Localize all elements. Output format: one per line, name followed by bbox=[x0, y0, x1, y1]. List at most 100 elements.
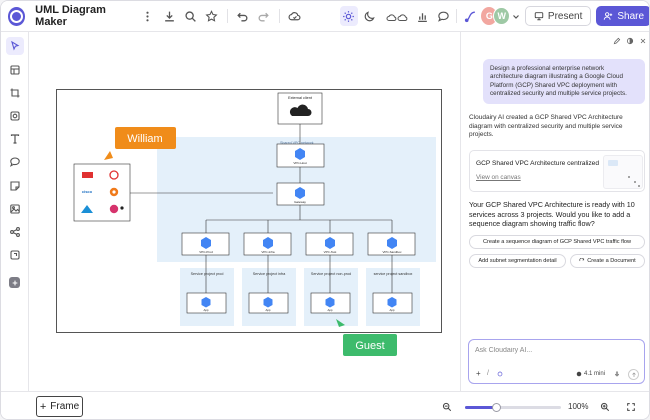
present-label: Present bbox=[547, 10, 583, 22]
zoom-slider-track[interactable] bbox=[465, 403, 561, 412]
diagram-result-card[interactable]: GCP Shared VPC Architecture centralized … bbox=[469, 150, 645, 192]
diagram-templates-icon[interactable] bbox=[385, 6, 410, 26]
text-tool-icon[interactable] bbox=[6, 130, 24, 148]
more-vertical-icon[interactable] bbox=[138, 6, 156, 26]
add-more-icon[interactable] bbox=[9, 277, 20, 288]
subnet-node[interactable]: VPC-Test bbox=[305, 232, 354, 256]
plus-icon: + bbox=[39, 400, 47, 413]
diagram-canvas[interactable]: Shared VPC network Service project prod … bbox=[30, 32, 459, 391]
search-icon[interactable] bbox=[182, 6, 200, 26]
download-icon[interactable] bbox=[161, 6, 179, 26]
service-node[interactable]: App bbox=[372, 292, 413, 314]
document-title[interactable]: UML Diagram Maker bbox=[35, 4, 130, 28]
service-project-label: Service project infra bbox=[253, 272, 287, 276]
cisco-logo-icon: cisco bbox=[82, 189, 93, 194]
connector-tool-icon[interactable] bbox=[461, 6, 479, 26]
divider bbox=[456, 9, 458, 23]
mention-icon[interactable] bbox=[497, 371, 503, 377]
zoom-slider-thumb[interactable] bbox=[492, 403, 502, 412]
cursor-william-label: William bbox=[127, 133, 162, 145]
user-message: Design a professional enterprise network… bbox=[483, 59, 645, 105]
vpc-host-node[interactable]: VPC-Host bbox=[276, 143, 325, 168]
bottom-bar: + Frame 100% bbox=[1, 391, 649, 419]
frame-label: Frame bbox=[50, 401, 80, 412]
suggestion-subnet-detail[interactable]: Add subnet segmentation detail bbox=[469, 254, 566, 268]
sticky-note-icon[interactable] bbox=[6, 177, 24, 195]
zoom-level: 100% bbox=[568, 402, 589, 411]
zoom-in-icon[interactable] bbox=[600, 402, 610, 412]
shapes-icon[interactable] bbox=[6, 107, 24, 125]
service-project-label: Service project non-prod bbox=[311, 272, 351, 276]
mic-icon[interactable] bbox=[614, 371, 620, 377]
connections-icon[interactable] bbox=[6, 223, 24, 241]
fit-screen-icon[interactable] bbox=[626, 402, 636, 412]
service-project-label: service project sandbox bbox=[374, 272, 413, 276]
cloud-sync-icon[interactable] bbox=[286, 6, 304, 26]
subnet-node[interactable]: VPC-Prod bbox=[181, 232, 230, 256]
gateway-node[interactable]: Gateway bbox=[276, 182, 325, 206]
crop-frame-icon[interactable] bbox=[6, 84, 24, 102]
redo-icon[interactable] bbox=[255, 6, 273, 26]
contrast-icon[interactable] bbox=[626, 37, 634, 45]
subnet-label: VPC-Prod bbox=[199, 250, 213, 254]
card-title: GCP Shared VPC Architecture centralized bbox=[476, 160, 600, 167]
send-button[interactable] bbox=[628, 369, 639, 380]
gateway-label: Gateway bbox=[294, 200, 306, 204]
comment-icon[interactable] bbox=[434, 6, 452, 26]
light-mode-sun-icon[interactable] bbox=[339, 6, 358, 26]
dark-mode-moon-icon[interactable] bbox=[361, 6, 379, 26]
subnet-node[interactable]: VPC-Infra bbox=[243, 232, 292, 256]
chat-composer[interactable]: + / 4.1 mini bbox=[468, 339, 645, 384]
select-cursor-icon[interactable] bbox=[6, 37, 24, 55]
view-on-canvas-link[interactable]: View on canvas bbox=[476, 174, 521, 181]
diagram-thumbnail bbox=[603, 155, 643, 189]
zoom-out-icon[interactable] bbox=[442, 402, 452, 412]
frame-layout-icon[interactable] bbox=[6, 61, 24, 79]
service-node[interactable]: App bbox=[248, 292, 289, 314]
vpc-host-label: VPC-Host bbox=[293, 161, 307, 165]
chat-input[interactable] bbox=[475, 347, 635, 354]
embed-icon[interactable] bbox=[6, 246, 24, 264]
service-label: App bbox=[390, 308, 395, 312]
status-dot bbox=[120, 206, 124, 210]
share-button[interactable]: Share bbox=[596, 6, 649, 26]
suggestion-create-document-label: Create a Document bbox=[587, 258, 636, 264]
model-selector[interactable]: 4.1 mini bbox=[584, 371, 605, 377]
app-window: UML Diagram Maker G W Present Share Shar… bbox=[0, 0, 650, 420]
external-client-label: External client bbox=[288, 96, 313, 100]
share-label: Share bbox=[617, 10, 645, 22]
chevron-down-icon[interactable] bbox=[510, 6, 522, 26]
present-button[interactable]: Present bbox=[524, 6, 592, 26]
star-icon[interactable] bbox=[203, 6, 221, 26]
service-node[interactable]: App bbox=[310, 292, 351, 314]
external-client-node[interactable]: External client bbox=[277, 92, 323, 125]
undo-icon[interactable] bbox=[234, 6, 252, 26]
comment-tool-icon[interactable] bbox=[6, 153, 24, 171]
suggestion-sequence-diagram[interactable]: Create a sequence diagram of GCP Shared … bbox=[469, 235, 645, 249]
edit-icon[interactable] bbox=[613, 37, 621, 45]
subnet-label: VPC-Infra bbox=[261, 250, 275, 254]
close-icon[interactable] bbox=[639, 37, 647, 45]
ai-chat-panel: Design a professional enterprise network… bbox=[460, 32, 649, 391]
slash-command-icon[interactable]: / bbox=[487, 370, 489, 377]
architecture-diagram[interactable]: Shared VPC network Service project prod … bbox=[30, 32, 459, 391]
avatar-william[interactable]: W bbox=[493, 7, 510, 25]
fortinet-logo-icon bbox=[82, 172, 93, 178]
onprem-security-node[interactable]: cisco bbox=[73, 163, 131, 222]
image-icon[interactable] bbox=[6, 200, 24, 218]
present-icon bbox=[534, 12, 544, 21]
chart-bar-icon[interactable] bbox=[413, 6, 431, 26]
subnet-label: VPC-Test bbox=[324, 250, 337, 254]
attach-plus-icon[interactable]: + bbox=[476, 369, 481, 378]
cursor-pointer-icon bbox=[104, 151, 113, 160]
arrow-up-icon bbox=[631, 372, 636, 377]
subnet-node[interactable]: VPC-Sandbox bbox=[367, 232, 416, 256]
service-node[interactable]: App bbox=[186, 292, 227, 314]
ai-followup-message: Your GCP Shared VPC Architecture is read… bbox=[469, 200, 635, 228]
suggestion-create-document[interactable]: Create a Document bbox=[570, 254, 645, 268]
add-frame-button[interactable]: + Frame bbox=[36, 396, 83, 417]
cursor-guest-label: Guest bbox=[355, 340, 384, 352]
service-label: App bbox=[204, 308, 209, 312]
app-logo-icon[interactable] bbox=[8, 6, 26, 26]
service-project-label: Service project prod bbox=[191, 272, 224, 276]
